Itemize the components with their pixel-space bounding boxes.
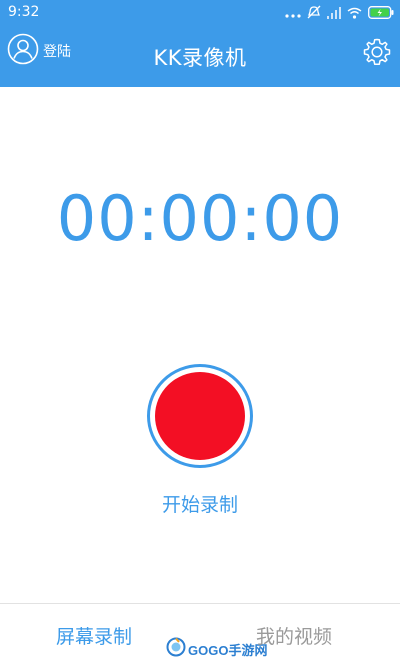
header: 9:32 登陆 KK录像机 [0,0,400,87]
gogo-logo-icon [166,637,186,661]
bottom-tab-bar: 屏幕录制 GOGO手游网 我的视频 [0,603,400,666]
app-root: 9:32 登陆 KK录像机 00:00:00 开始录制 屏幕录制 GOGO手游网… [0,0,400,666]
record-button[interactable] [147,364,253,468]
watermark: GOGO手游网 [166,634,267,664]
status-bar: 9:32 [0,0,400,26]
record-label: 开始录制 [161,494,238,516]
elapsed-timer: 00:00:00 [56,182,344,255]
gear-icon [362,38,392,71]
settings-button[interactable] [362,37,392,67]
mute-icon [307,4,321,23]
tab-my-videos[interactable]: 我的视频 [256,622,332,649]
more-dots-icon [285,4,301,23]
app-bar: 登陆 KK录像机 [0,26,400,87]
battery-charging-icon [368,4,394,23]
tab-screen-record[interactable]: 屏幕录制 [56,622,132,649]
app-title: KK录像机 [153,46,247,70]
status-time: 9:32 [8,4,40,20]
status-icons [285,5,394,21]
record-dot [155,372,245,460]
wifi-icon [347,4,362,23]
signal-icon [327,4,341,23]
